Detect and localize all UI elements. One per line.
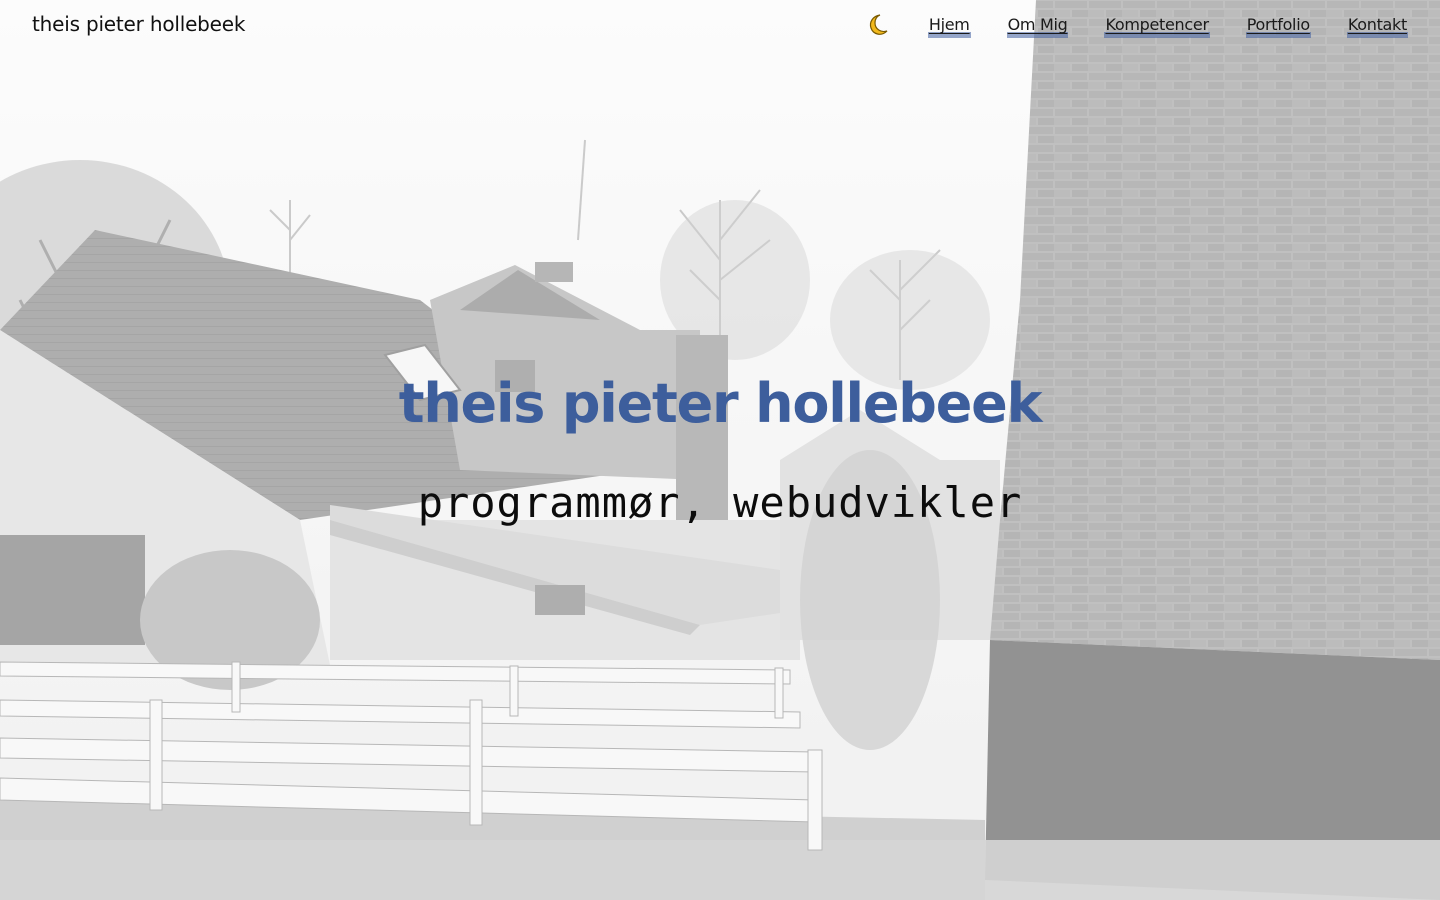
nav-link-kompetencer[interactable]: Kompetencer <box>1104 12 1210 38</box>
nav-link-kontakt[interactable]: Kontakt <box>1346 12 1408 38</box>
nav-link-portfolio[interactable]: Portfolio <box>1245 12 1311 38</box>
hero-subtitle: programmør, webudvikler <box>417 478 1023 527</box>
hero-title: theis pieter hollebeek <box>398 372 1043 435</box>
site-header: theis pieter hollebeek Hjem Om Mig Kompe… <box>0 0 1440 56</box>
moon-icon <box>869 14 888 35</box>
nav-link-om-mig[interactable]: Om Mig <box>1006 12 1069 38</box>
theme-toggle-button[interactable] <box>864 12 890 38</box>
site-brand[interactable]: theis pieter hollebeek <box>32 12 245 36</box>
nav-link-hjem[interactable]: Hjem <box>927 12 971 38</box>
main-nav: Hjem Om Mig Kompetencer Portfolio Kontak… <box>864 12 1408 38</box>
hero-overlay <box>0 0 1440 900</box>
page: theis pieter hollebeek Hjem Om Mig Kompe… <box>0 0 1440 900</box>
